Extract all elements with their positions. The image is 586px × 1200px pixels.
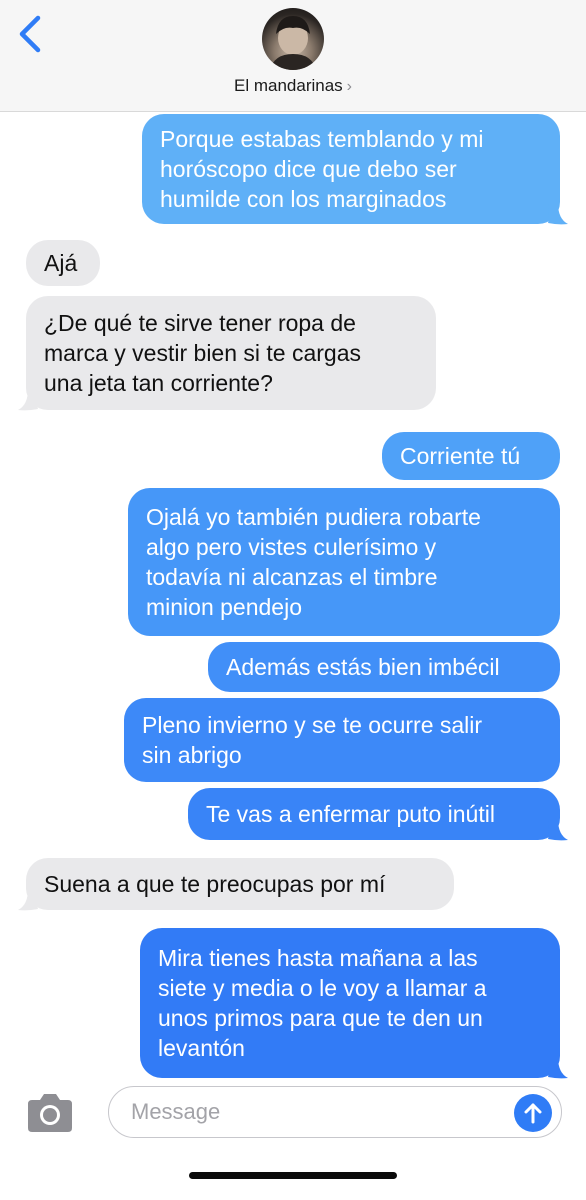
bubble-tail <box>548 1057 568 1079</box>
message-text-line: sin abrigo <box>142 742 242 768</box>
message-text-line: Pleno invierno y se te ocurre salir <box>142 712 483 738</box>
message-composer <box>0 1080 586 1200</box>
message-text-line: minion pendejo <box>146 594 303 620</box>
message-text-line: horóscopo dice que debo ser <box>160 156 457 182</box>
message-input[interactable] <box>108 1086 562 1138</box>
message-text-line: algo pero vistes culerísimo y <box>146 534 437 560</box>
received-message-bubble[interactable]: Suena a que te preocupas por mí <box>26 858 454 910</box>
sent-message-bubble[interactable]: Pleno invierno y se te ocurre salir sin a… <box>124 698 560 782</box>
message-text-line: Ajá <box>44 250 78 276</box>
sent-message-bubble[interactable]: Mira tienes hasta mañana a las siete y me… <box>140 928 560 1078</box>
bubble-tail <box>18 389 38 411</box>
back-chevron-icon[interactable] <box>14 14 50 54</box>
message-text-line: Corriente tú <box>400 443 521 469</box>
message-text-line: Porque estabas temblando y mi <box>160 126 484 152</box>
message-text-line: Además estás bien imbécil <box>226 654 500 680</box>
message-text-line: todavía ni alcanzas el timbre <box>146 564 438 590</box>
message-text-line: ¿De qué te sirve tener ropa de <box>44 310 356 336</box>
camera-icon[interactable] <box>24 1092 76 1134</box>
message-text-line: Mira tienes hasta mañana a las <box>158 945 478 971</box>
message-text-line: Suena a que te preocupas por mí <box>44 871 386 897</box>
message-text-line: levantón <box>158 1035 245 1061</box>
bubble-tail <box>18 889 38 911</box>
chevron-right-icon: › <box>346 78 352 95</box>
bubble-tail <box>548 819 568 841</box>
contact-avatar[interactable] <box>262 8 324 70</box>
message-text-line: una jeta tan corriente? <box>44 370 273 396</box>
message-text-line: unos primos para que te den un <box>158 1005 483 1031</box>
send-button[interactable] <box>514 1094 552 1132</box>
message-text-line: humilde con los marginados <box>160 186 447 212</box>
sent-message-bubble[interactable]: Te vas a enfermar puto inútil <box>188 788 560 840</box>
received-message-bubble[interactable]: ¿De qué te sirve tener ropa de marca y ve… <box>26 296 436 410</box>
home-indicator <box>189 1172 397 1179</box>
sent-message-bubble[interactable]: Además estás bien imbécil <box>208 642 560 692</box>
message-text-line: siete y media o le voy a llamar a <box>158 975 487 1001</box>
sent-message-bubble[interactable]: Corriente tú <box>382 432 560 480</box>
message-text-line: Ojalá yo también pudiera robarte <box>146 504 481 530</box>
received-message-bubble[interactable]: Ajá <box>26 240 100 286</box>
conversation-header: El mandarinas › <box>0 0 586 112</box>
arrow-up-icon <box>524 1103 542 1124</box>
message-text-line: Te vas a enfermar puto inútil <box>206 801 495 827</box>
sent-message-bubble[interactable]: Ojalá yo también pudiera robarte algo per… <box>128 488 560 636</box>
sent-message-bubble[interactable]: Porque estabas temblando y mi horóscopo d… <box>142 114 560 224</box>
bubble-tail <box>548 203 568 225</box>
message-text-line: marca y vestir bien si te cargas <box>44 340 362 366</box>
avatar-photo <box>270 16 316 70</box>
contact-name: El mandarinas <box>234 76 343 95</box>
contact-name-button[interactable]: El mandarinas › <box>0 76 586 96</box>
